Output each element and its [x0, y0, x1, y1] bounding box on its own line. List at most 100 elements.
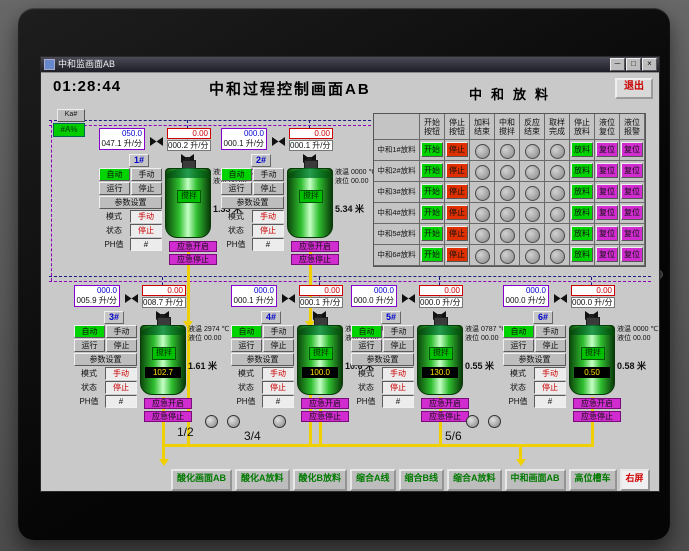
level-reset-button[interactable]: 复位: [596, 226, 618, 241]
alarm-reset-button[interactable]: 复位: [621, 142, 643, 157]
params-button[interactable]: 参数设置: [231, 353, 294, 366]
run-button[interactable]: 运行: [74, 339, 105, 352]
nav-button-5[interactable]: 缩合B线: [398, 469, 444, 491]
nav-button-3[interactable]: 酸化B放料: [292, 469, 347, 491]
emergency-open-button[interactable]: 应急开启: [169, 241, 217, 252]
stop-button[interactable]: 停止: [263, 339, 294, 352]
run-button[interactable]: 运行: [99, 182, 130, 195]
stop-button[interactable]: 停止: [131, 182, 162, 195]
emergency-stop-button[interactable]: 应急停止: [301, 411, 349, 422]
manual-button[interactable]: 手动: [383, 325, 414, 338]
params-button[interactable]: 参数设置: [99, 196, 162, 209]
stir-indicator[interactable]: 搅拌: [299, 190, 323, 203]
close-button[interactable]: ×: [642, 58, 657, 71]
feed-line: [49, 120, 371, 121]
level-reset-button[interactable]: 复位: [596, 247, 618, 262]
emergency-open-button[interactable]: 应急开启: [573, 398, 621, 409]
feed-done-indicator: [474, 249, 490, 264]
state-value: 停止: [534, 381, 566, 394]
start-button[interactable]: 开始: [421, 247, 443, 262]
discharge-button[interactable]: 放料: [571, 142, 593, 157]
start-button[interactable]: 开始: [421, 205, 443, 220]
manual-button[interactable]: 手动: [263, 325, 294, 338]
params-button[interactable]: 参数设置: [351, 353, 414, 366]
start-button[interactable]: 开始: [421, 163, 443, 178]
stir-indicator[interactable]: 搅拌: [581, 347, 605, 360]
exit-button[interactable]: 退出: [615, 78, 653, 99]
auto-button[interactable]: 自动: [231, 325, 262, 338]
stop-button[interactable]: 停止: [383, 339, 414, 352]
minimize-button[interactable]: ─: [610, 58, 625, 71]
stop-button[interactable]: 停止: [446, 142, 468, 157]
stop-button[interactable]: 停止: [446, 205, 468, 220]
emergency-stop-button[interactable]: 应急停止: [144, 411, 192, 422]
alarm-reset-button[interactable]: 复位: [621, 247, 643, 262]
nav-button-2[interactable]: 酸化A放料: [235, 469, 290, 491]
stop-button[interactable]: 停止: [253, 182, 284, 195]
nav-button-1[interactable]: 酸化画面AB: [171, 469, 232, 491]
discharge-button[interactable]: 放料: [571, 184, 593, 199]
stop-button[interactable]: 停止: [535, 339, 566, 352]
sample-done-indicator: [549, 249, 565, 264]
manual-button[interactable]: 手动: [106, 325, 137, 338]
run-button[interactable]: 运行: [503, 339, 534, 352]
stir-indicator[interactable]: 搅拌: [152, 347, 176, 360]
level-reset-button[interactable]: 复位: [596, 184, 618, 199]
manual-button[interactable]: 手动: [131, 168, 162, 181]
manual-button[interactable]: 手动: [253, 168, 284, 181]
window-titlebar[interactable]: 中和监画面AB ─ □ ×: [41, 57, 659, 72]
alarm-reset-button[interactable]: 复位: [621, 226, 643, 241]
alarm-reset-button[interactable]: 复位: [621, 184, 643, 199]
stop-button[interactable]: 停止: [446, 247, 468, 262]
flow-alarm-display: 0.00: [289, 128, 333, 139]
manual-button[interactable]: 手动: [535, 325, 566, 338]
mode-label: 模式: [510, 369, 526, 378]
emergency-open-button[interactable]: 应急开启: [291, 241, 339, 252]
params-button[interactable]: 参数设置: [74, 353, 137, 366]
emergency-stop-button[interactable]: 应急停止: [573, 411, 621, 422]
discharge-button[interactable]: 放料: [571, 247, 593, 262]
auto-button[interactable]: 自动: [503, 325, 534, 338]
level-reset-button[interactable]: 复位: [596, 163, 618, 178]
nav-button-7[interactable]: 中和画面AB: [504, 469, 566, 491]
run-button[interactable]: 运行: [231, 339, 262, 352]
stir-indicator[interactable]: 搅拌: [429, 347, 453, 360]
run-button[interactable]: 运行: [221, 182, 252, 195]
level-reset-button[interactable]: 复位: [596, 205, 618, 220]
tag-button[interactable]: Ka#: [57, 109, 85, 122]
emergency-open-button[interactable]: 应急开启: [421, 398, 469, 409]
stir-indicator[interactable]: 搅拌: [309, 347, 333, 360]
discharge-button[interactable]: 放料: [571, 163, 593, 178]
stop-button[interactable]: 停止: [446, 184, 468, 199]
auto-button[interactable]: 自动: [221, 168, 252, 181]
nav-button-9[interactable]: 右屏: [619, 469, 650, 491]
stop-button[interactable]: 停止: [106, 339, 137, 352]
run-button[interactable]: 运行: [351, 339, 382, 352]
stir-indicator[interactable]: 搅拌: [177, 190, 201, 203]
params-button[interactable]: 参数设置: [221, 196, 284, 209]
start-button[interactable]: 开始: [421, 184, 443, 199]
params-button[interactable]: 参数设置: [503, 353, 566, 366]
alarm-reset-button[interactable]: 复位: [621, 205, 643, 220]
start-button[interactable]: 开始: [421, 226, 443, 241]
emergency-stop-button[interactable]: 应急停止: [291, 254, 339, 265]
start-button[interactable]: 开始: [421, 142, 443, 157]
emergency-open-button[interactable]: 应急开启: [144, 398, 192, 409]
discharge-button[interactable]: 放料: [571, 226, 593, 241]
auto-button[interactable]: 自动: [74, 325, 105, 338]
nav-button-8[interactable]: 高位槽车: [568, 469, 617, 491]
stop-button[interactable]: 停止: [446, 226, 468, 241]
discharge-button[interactable]: 放料: [571, 205, 593, 220]
alarm-reset-button[interactable]: 复位: [621, 163, 643, 178]
nav-button-4[interactable]: 缩合A线: [350, 469, 396, 491]
auto-button[interactable]: 自动: [351, 325, 382, 338]
maximize-button[interactable]: □: [626, 58, 641, 71]
emergency-stop-button[interactable]: 应急停止: [169, 254, 217, 265]
emergency-open-button[interactable]: 应急开启: [301, 398, 349, 409]
pump-icon: [227, 415, 240, 428]
stop-button[interactable]: 停止: [446, 163, 468, 178]
auto-button[interactable]: 自动: [99, 168, 130, 181]
emergency-stop-button[interactable]: 应急停止: [421, 411, 469, 422]
nav-button-6[interactable]: 缩合A放料: [447, 469, 502, 491]
level-reset-button[interactable]: 复位: [596, 142, 618, 157]
